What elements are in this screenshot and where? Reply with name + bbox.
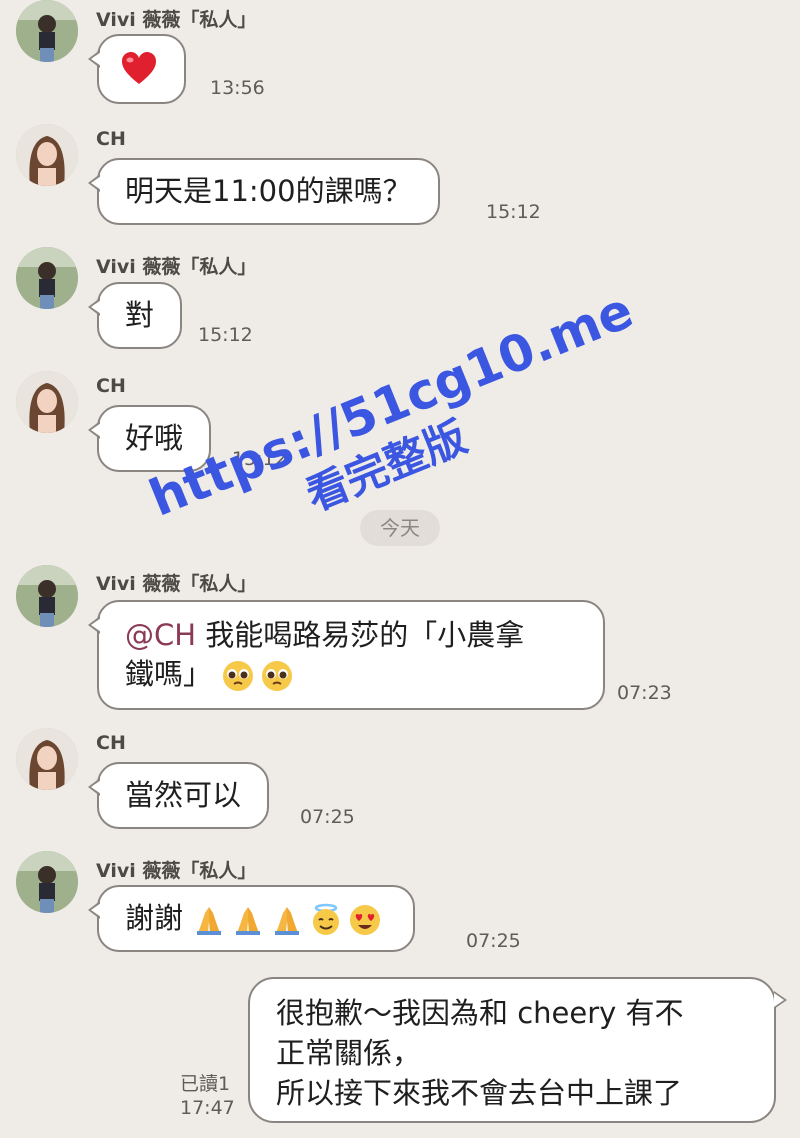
message-bubble[interactable]	[88, 34, 186, 104]
sender-name: CH	[96, 732, 126, 754]
message-time: 07:23	[617, 682, 672, 704]
heart-icon	[119, 49, 159, 89]
sender-name: Vivi 薇薇「私人」	[96, 9, 257, 31]
avatar[interactable]	[16, 565, 78, 627]
sender-name: Vivi 薇薇「私人」	[96, 256, 257, 278]
message-text: 謝謝	[125, 901, 184, 935]
message-bubble[interactable]: 對	[87, 282, 183, 349]
message-time: 15:12	[486, 201, 541, 223]
message-bubble[interactable]: @CH 我能喝路易莎的「小農拿 鐵嗎」	[88, 600, 605, 710]
message-line: 正常關係，	[276, 1036, 422, 1070]
halo-face-icon	[309, 903, 343, 937]
sender-name: Vivi 薇薇「私人」	[96, 860, 257, 882]
read-label: 已讀1	[180, 1073, 231, 1095]
pleading-face-icon	[221, 659, 255, 693]
message-text: 鐵嗎」	[125, 657, 213, 691]
message-time: 07:25	[466, 930, 521, 952]
message-bubble[interactable]: 當然可以	[87, 762, 270, 829]
pleading-face-icon	[260, 659, 294, 693]
mention-link[interactable]: @CH	[125, 618, 196, 652]
folded-hands-icon	[192, 903, 226, 937]
avatar[interactable]	[16, 851, 78, 913]
watermark: https://51cg10.me 看完整版	[141, 281, 641, 649]
sender-name: CH	[96, 375, 126, 397]
message-time: 17:47	[180, 1097, 235, 1119]
chat-thread[interactable]: Vivi 薇薇「私人」 13:56 CH 明天是11:00的課嗎？ 15:12 …	[0, 0, 800, 1138]
message-time: 15:12	[198, 324, 253, 346]
avatar[interactable]	[16, 0, 78, 62]
message-outgoing-bubble[interactable]: 很抱歉～我因為和 cheery 有不 正常關係， 所以接下來我不會去台中上課了	[248, 977, 787, 1123]
folded-hands-icon	[270, 903, 304, 937]
message-line: @CH 我能喝路易莎的「小農拿	[125, 616, 577, 655]
message-bubble[interactable]: 謝謝	[87, 885, 416, 952]
message-line: 所以接下來我不會去台中上課了	[276, 1076, 683, 1110]
message-time: 13:56	[210, 77, 265, 99]
sender-name: CH	[96, 128, 126, 150]
avatar[interactable]	[16, 247, 78, 309]
message-bubble[interactable]: 明天是11:00的課嗎？	[88, 158, 440, 225]
read-status: 已讀1 17:47	[180, 1072, 235, 1120]
message-time: 07:25	[300, 806, 355, 828]
message-line: 很抱歉～我因為和 cheery 有不	[276, 996, 684, 1030]
avatar[interactable]	[16, 371, 78, 433]
heart-eyes-face-icon	[348, 903, 382, 937]
avatar[interactable]	[16, 728, 78, 790]
folded-hands-icon	[231, 903, 265, 937]
message-line: 鐵嗎」	[125, 655, 577, 694]
avatar[interactable]	[16, 124, 78, 186]
